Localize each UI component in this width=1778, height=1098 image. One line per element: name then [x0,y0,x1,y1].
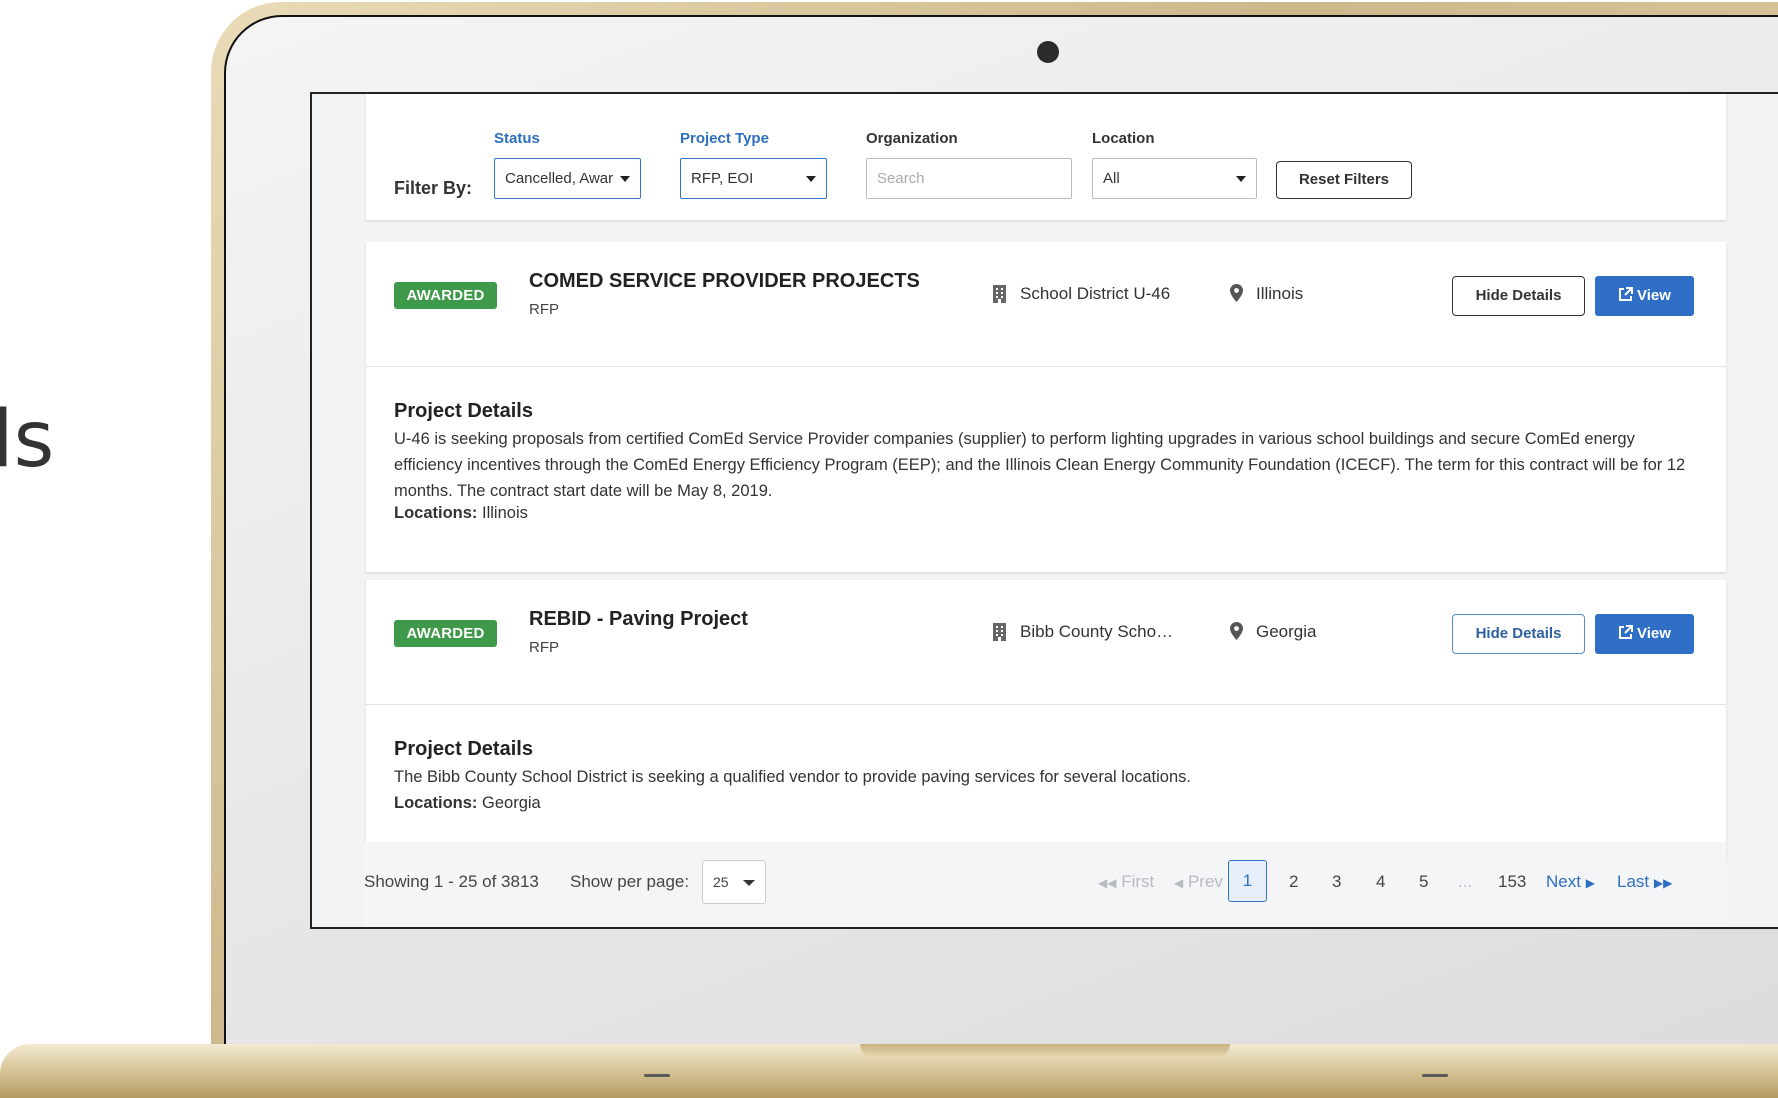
side-text: ls [0,395,55,485]
project-type: RFP [529,639,559,656]
page-2-link[interactable]: 2 [1289,872,1298,892]
locations-label: Locations: [394,794,478,812]
per-page-value: 25 [713,874,729,890]
view-button-label: View [1637,287,1671,304]
project-title[interactable]: REBID - Paving Project [529,608,748,631]
double-chevron-right-icon: ▶▶ [1653,876,1673,890]
map-pin-icon [1230,284,1243,302]
laptop-foot [644,1074,670,1077]
last-page-number-link[interactable]: 153 [1498,872,1526,892]
external-link-icon [1619,625,1634,639]
next-page-link[interactable]: Next ▶ [1546,872,1595,892]
project-locations: Locations: Georgia [394,794,541,813]
view-button[interactable]: View [1595,614,1694,654]
status-filter-value: Cancelled, Awar [505,170,614,187]
view-button[interactable]: View [1595,276,1694,316]
laptop-foot [1422,1074,1448,1077]
building-icon [993,623,1006,641]
project-description: The Bibb County School District is seeki… [394,768,1191,786]
project-description: U-46 is seeking proposals from certified… [394,430,1686,500]
view-button-label: View [1637,625,1671,642]
location-filter-value: All [1103,170,1120,187]
external-link-icon [1619,287,1634,301]
results-count: Showing 1 - 25 of 3813 [364,872,539,891]
building-icon [993,285,1006,303]
organization-filter-label: Organization [866,130,958,147]
prev-page-label: Prev [1187,872,1223,891]
status-filter-select[interactable]: Cancelled, Awar [494,158,641,199]
organization-search-input[interactable]: Search [866,158,1072,199]
first-page-link[interactable]: ◀◀ First [1098,872,1154,892]
project-type-filter-label: Project Type [680,130,769,147]
page-4-link[interactable]: 4 [1376,872,1385,892]
organization-name: School District U-46 [1020,284,1171,303]
project-location: Georgia [1256,622,1317,641]
caret-down-icon [743,880,755,886]
status-badge: AWARDED [394,282,497,309]
divider [366,366,1726,367]
project-card: AWARDED REBID - Paving Project RFP Bibb … [366,580,1726,860]
organization-name: Bibb County Scho… [1020,622,1174,641]
chevron-left-icon: ◀ [1174,876,1184,890]
caret-down-icon [620,176,630,182]
laptop-notch [860,1044,1230,1058]
per-page-label: Show per page: [570,872,690,891]
prev-page-link[interactable]: ◀ Prev [1174,872,1223,892]
reset-filters-button[interactable]: Reset Filters [1276,161,1412,199]
caret-down-icon [806,176,816,182]
locations-label: Locations: [394,504,478,522]
caret-down-icon [1236,176,1246,182]
location-filter-select[interactable]: All [1092,158,1257,199]
project-details-title: Project Details [394,738,533,760]
double-chevron-left-icon: ◀◀ [1098,876,1117,890]
organization-search-placeholder: Search [877,170,925,187]
pagination-ellipsis: ... [1458,872,1473,891]
hide-details-button[interactable]: Hide Details [1452,614,1585,654]
status-filter-label: Status [494,130,540,147]
first-page-label: First [1121,872,1155,891]
project-type-filter-select[interactable]: RFP, EOI [680,158,827,199]
project-title[interactable]: COMED SERVICE PROVIDER PROJECTS [529,270,920,293]
project-card: AWARDED COMED SERVICE PROVIDER PROJECTS … [366,242,1726,572]
project-details-title: Project Details [394,400,533,422]
project-type-filter-value: RFP, EOI [691,170,754,187]
divider [366,704,1726,705]
map-pin-icon [1230,622,1243,640]
filter-bar: Filter By: Status Cancelled, Awar Projec… [366,94,1726,220]
per-page-select[interactable]: 25 [702,860,766,904]
laptop-screen: Filter By: Status Cancelled, Awar Projec… [310,92,1778,929]
filter-by-label: Filter By: [394,178,473,198]
webcam [1037,41,1059,63]
chevron-right-icon: ▶ [1585,876,1595,890]
next-page-label: Next [1546,872,1581,891]
status-badge: AWARDED [394,620,497,647]
project-listing-app: Filter By: Status Cancelled, Awar Projec… [364,94,1726,927]
project-type: RFP [529,301,559,318]
hide-details-button[interactable]: Hide Details [1452,276,1585,316]
page-1-current[interactable]: 1 [1228,860,1267,902]
project-locations: Locations: Illinois [394,504,528,523]
locations-value: Georgia [482,794,541,812]
page-5-link[interactable]: 5 [1419,872,1428,892]
last-page-label: Last [1617,872,1650,891]
pagination-bar: Showing 1 - 25 of 3813 Show per page: 25… [364,842,1726,927]
last-page-link[interactable]: Last ▶▶ [1617,872,1672,892]
location-filter-label: Location [1092,130,1155,147]
locations-value: Illinois [482,504,528,522]
project-location: Illinois [1256,284,1304,303]
page-3-link[interactable]: 3 [1332,872,1341,892]
